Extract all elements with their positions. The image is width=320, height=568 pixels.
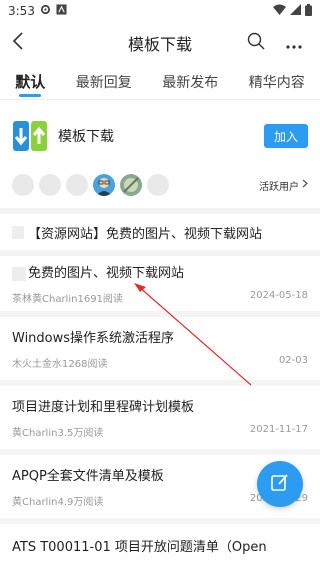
forum-name: 模板下载 [58,129,114,145]
post-date: 2024-05-18 [249,290,308,301]
post-item[interactable]: Windows操作系统激活程序 木火土金水 1268阅读 02-03 [0,311,320,380]
tab-latest-post[interactable]: 最新发布 [158,64,222,99]
more-button[interactable] [280,29,308,57]
tab-default[interactable]: 默认 [11,64,49,99]
edit-icon [270,472,290,496]
forum-logo-icon [12,118,48,154]
avatar[interactable] [66,174,88,196]
post-reads: 3.5万阅读 [57,428,104,439]
tab-featured[interactable]: 精华内容 [245,64,309,99]
forum-card: 模板下载 加入 活跃用户 [0,100,320,208]
top-bar: 模板下载 [0,22,320,64]
post-title: APQP全套文件清单及模板 [12,469,164,484]
sort-tabs: 默认 最新回复 最新发布 精华内容 [0,64,320,100]
post-title: ATS T00011-01 项目开放问题清单（Open [12,540,267,555]
post-author: 黄Charlin [12,428,58,439]
post-title: 项目进度计划和里程碑计划模板 [12,400,195,415]
chevron-left-icon [12,32,24,54]
search-icon [247,32,265,54]
tab-latest-reply[interactable]: 最新回复 [72,64,136,99]
notification-a-icon [56,4,67,18]
post-date: 02-03 [278,355,308,366]
pinned-post[interactable]: 【资源网站】免费的图片、视频下载网站 [0,214,320,250]
active-users-row[interactable]: 活跃用户 [12,162,308,208]
settings-gear-icon [40,4,51,18]
status-time: 3:53 [8,4,35,18]
search-button[interactable] [242,29,270,57]
post-item[interactable]: 项目进度计划和里程碑计划模板 黄Charlin 3.5万阅读 2021-11-1… [0,380,320,449]
post-thumbnail [12,267,26,281]
wifi-icon [273,4,286,18]
avatar[interactable] [39,174,61,196]
post-reads: 4.9万阅读 [57,497,104,508]
back-button[interactable] [0,22,36,64]
avatar[interactable] [147,174,169,196]
active-users-link[interactable]: 活跃用户 [259,178,308,193]
post-item[interactable]: ATS T00011-01 项目开放问题清单（Open [0,518,320,564]
post-reads: 1268阅读 [62,359,108,370]
post-author: 茶林黄Charlin [12,294,78,305]
avatar[interactable] [12,174,34,196]
post-title: Windows操作系统激活程序 [12,331,175,346]
post-reads: 1691阅读 [77,294,123,305]
chevron-right-icon [302,179,308,191]
active-users-label: 活跃用户 [259,181,299,193]
avatar[interactable] [93,174,115,196]
post-author: 木火土金水 [12,359,62,370]
battery-icon [305,3,312,19]
more-dots-icon [286,34,302,53]
post-item[interactable]: 免费的图片、视频下载网站 茶林黄Charlin 1691阅读 2024-05-1… [0,250,320,311]
new-post-button[interactable] [257,461,303,507]
status-bar: 3:53 [0,0,320,22]
join-button[interactable]: 加入 [264,124,308,148]
pinned-post-title: 【资源网站】免费的图片、视频下载网站 [28,226,263,242]
post-author: 黄Charlin [12,497,58,508]
post-thumbnail [12,225,24,239]
post-title: 免费的图片、视频下载网站 [28,266,185,281]
signal-icon [290,4,301,18]
post-date: 2021-11-17 [249,424,308,435]
avatar[interactable] [120,174,142,196]
